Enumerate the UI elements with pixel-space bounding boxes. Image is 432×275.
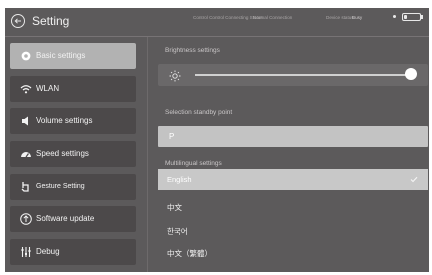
signal-dot-icon (393, 15, 396, 18)
sidebar-item-label: Software update (36, 214, 95, 223)
sidebar-item-volume-settings[interactable]: Volume settings (10, 108, 136, 134)
battery-icon (402, 13, 421, 21)
sidebar-item-debug[interactable]: Debug (10, 239, 136, 265)
sidebar-item-label: Debug (36, 247, 60, 256)
language-option-traditional-chinese[interactable]: 中文（繁體） (158, 243, 428, 264)
sliders-icon (19, 245, 33, 259)
language-option-korean[interactable]: 한국어 (158, 221, 428, 242)
language-option-label: 中文（繁體） (167, 249, 212, 258)
check-icon (410, 176, 418, 183)
brightness-label: Brightness settings (165, 47, 220, 54)
back-arrow-icon[interactable] (11, 14, 25, 28)
battery-tip (421, 15, 423, 19)
language-option-english[interactable]: English (158, 169, 428, 190)
sidebar-item-label: WLAN (36, 84, 60, 93)
wifi-icon (19, 82, 33, 96)
sidebar-item-speed-settings[interactable]: Speed settings (10, 141, 136, 167)
page-title: Setting (32, 14, 70, 28)
header-bar: Setting Control Control Connecting Statu… (5, 8, 429, 36)
settings-screen: Setting Control Control Connecting Statu… (5, 8, 429, 272)
sidebar-item-basic-settings[interactable]: Basic settings (10, 43, 136, 69)
brightness-slider-track[interactable] (195, 74, 416, 76)
battery-level (404, 15, 407, 19)
hand-pointer-icon (19, 180, 33, 194)
speaker-icon (19, 114, 33, 128)
standby-point-field[interactable]: P (158, 126, 428, 147)
upload-icon (19, 212, 33, 226)
gear-icon (19, 49, 33, 63)
sidebar-item-label: Gesture Setting (36, 183, 85, 190)
language-option-chinese[interactable]: 中文 (158, 197, 428, 218)
standby-label: Selection standby point (165, 109, 233, 116)
language-option-label: 中文 (167, 203, 182, 212)
language-option-label: 한국어 (167, 227, 188, 236)
brightness-control (158, 64, 428, 86)
sidebar-item-software-update[interactable]: Software update (10, 206, 136, 232)
standby-point-value: P (169, 132, 175, 141)
status-value-device: Busy (352, 15, 363, 20)
sidebar-item-label: Speed settings (36, 149, 89, 158)
brightness-slider-thumb[interactable] (405, 68, 417, 80)
sidebar-item-wlan[interactable]: WLAN (10, 76, 136, 102)
language-option-label: English (167, 175, 192, 184)
sidebar-item-label: Volume settings (36, 116, 93, 125)
sidebar: Basic settings WLAN Volume settings Spee… (5, 37, 147, 272)
status-label-device: Device status (326, 15, 354, 20)
sidebar-item-gesture-setting[interactable]: Gesture Setting (10, 174, 136, 200)
main-panel: Brightness settings Selection standby po… (148, 37, 429, 272)
language-label: Multilingual settings (165, 160, 222, 167)
speedometer-icon (19, 147, 33, 161)
sun-icon (169, 69, 181, 87)
status-value-connection: Normal Connection (253, 15, 293, 20)
sidebar-item-label: Basic settings (36, 51, 86, 60)
